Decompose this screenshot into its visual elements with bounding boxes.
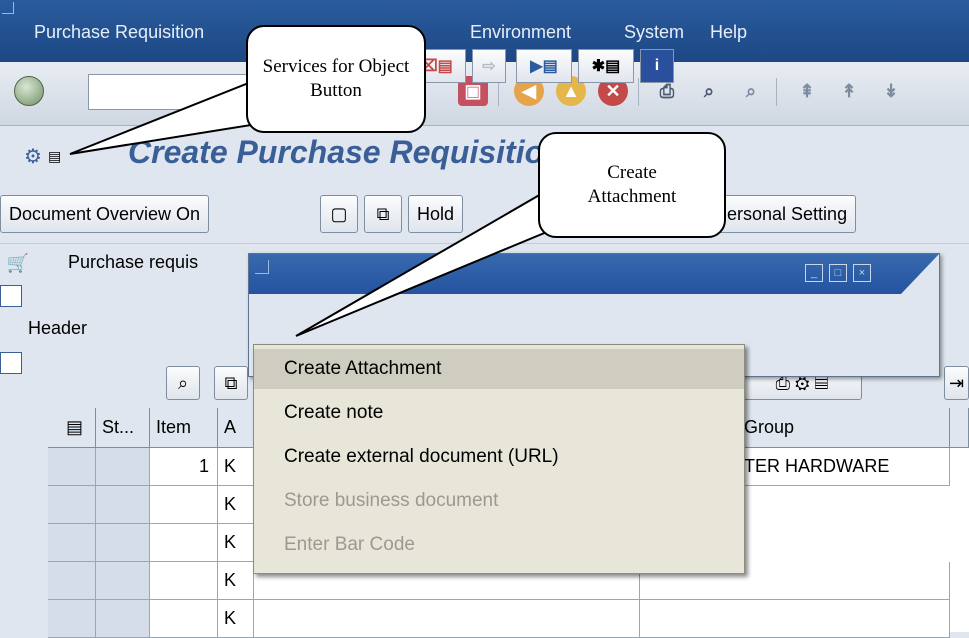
export-button[interactable]: ⇥ — [944, 366, 969, 400]
menu-purchase-requisition[interactable]: Purchase Requisition — [34, 22, 204, 43]
table-cell — [96, 562, 150, 600]
menu-item-enter-bar-code: Enter Bar Code — [284, 534, 415, 555]
menu-help[interactable]: Help — [710, 22, 747, 43]
asterisk-icon: ✱▤ — [591, 58, 621, 75]
details-button[interactable]: ⌕ — [166, 366, 200, 400]
table-cell-a[interactable]: K — [218, 524, 254, 562]
first-page-icon[interactable]: ⇞ — [792, 76, 822, 106]
relationships-button[interactable]: ⇨ — [472, 49, 506, 83]
table-cell — [96, 486, 150, 524]
table-cell-item[interactable] — [150, 524, 218, 562]
item-overview-expand-icon[interactable] — [0, 352, 22, 374]
my-objects-button[interactable]: ✱▤ — [578, 49, 634, 83]
row-selector[interactable] — [48, 448, 96, 486]
other-document-button[interactable]: ⧉ — [364, 195, 402, 233]
grid-settings-icon: ▤ — [65, 417, 83, 437]
table-cell-a[interactable]: K — [218, 448, 254, 486]
workflow-button[interactable]: ▶▤ — [516, 49, 572, 83]
menu-item-store-business-document: Store business document — [284, 490, 499, 511]
copy-button[interactable]: ⧉ — [214, 366, 248, 400]
page-title: Create Purchase Requisition — [128, 134, 564, 170]
system-menu-icon[interactable] — [2, 2, 14, 14]
table-cell-item[interactable]: 1 — [150, 448, 218, 486]
relationships-icon: ⇨ — [482, 58, 496, 75]
maximize-icon[interactable]: □ — [829, 264, 847, 282]
close-icon[interactable]: × — [853, 264, 871, 282]
header-label: Header — [28, 318, 88, 338]
callout-services-for-object: Services for Object Button — [246, 25, 426, 133]
table-cell-item[interactable] — [150, 562, 218, 600]
services-for-object-button[interactable]: ⚙ ▤ — [18, 138, 98, 174]
ok-icon[interactable] — [14, 76, 44, 106]
table-cell-a[interactable]: K — [218, 600, 254, 638]
table-cell-a[interactable]: K — [218, 562, 254, 600]
row-selector[interactable] — [48, 524, 96, 562]
table-cell[interactable] — [640, 600, 950, 638]
grid-header-status[interactable]: St... — [96, 408, 150, 448]
table-cell-a[interactable]: K — [218, 486, 254, 524]
row-selector[interactable] — [48, 562, 96, 600]
purchase-requisition-label: Purchase requis — [68, 252, 199, 272]
popup-system-icon[interactable] — [255, 260, 269, 274]
minimize-icon[interactable]: _ — [805, 264, 823, 282]
create-dropdown-menu: Create Attachment Create note Create ext… — [253, 344, 745, 574]
toolbar-separator — [638, 78, 639, 106]
menu-item-create-note[interactable]: Create note — [254, 393, 744, 433]
services-object-icon: ⚙ — [24, 145, 42, 168]
copy-icon: ⧉ — [376, 203, 390, 224]
find-icon[interactable]: ⌕ — [694, 76, 724, 106]
find-next-icon[interactable]: ⌕ — [736, 76, 766, 106]
prev-page-icon[interactable]: ↟ — [834, 76, 864, 106]
help-button[interactable]: i — [640, 49, 674, 83]
workflow-icon: ▶▤ — [530, 58, 558, 75]
table-cell[interactable] — [254, 600, 640, 638]
select-all-header[interactable]: ▤ — [48, 408, 96, 448]
callout-create-attachment: Create Attachment — [538, 132, 726, 238]
header-expand-icon[interactable] — [0, 285, 22, 307]
table-cell — [96, 600, 150, 638]
table-cell — [96, 448, 150, 486]
toolbar-separator — [776, 78, 777, 106]
grid-header-next — [950, 408, 969, 448]
new-document-icon: ▢ — [330, 203, 348, 224]
magnifier-icon: ⌕ — [177, 372, 189, 393]
table-cell — [96, 524, 150, 562]
grid-header-a[interactable]: A — [218, 408, 254, 448]
menu-item-create-external-document[interactable]: Create external document (URL) — [254, 437, 744, 477]
copy-rows-icon: ⧉ — [224, 372, 238, 393]
hold-button[interactable]: Hold — [408, 195, 464, 233]
new-document-button[interactable]: ▢ — [320, 195, 358, 233]
dropdown-indicator-icon: ▤ — [47, 147, 62, 164]
menu-item-create-attachment[interactable]: Create Attachment — [254, 349, 744, 389]
grid-header-item[interactable]: Item — [150, 408, 218, 448]
menu-environment[interactable]: Environment — [470, 22, 571, 43]
document-overview-button[interactable]: Document Overview On — [0, 195, 210, 233]
row-selector[interactable] — [48, 600, 96, 638]
table-cell-item[interactable] — [150, 600, 218, 638]
menu-system[interactable]: System — [624, 22, 684, 43]
command-field[interactable] — [88, 74, 248, 110]
row-selector[interactable] — [48, 486, 96, 524]
next-page-icon[interactable]: ↡ — [876, 76, 906, 106]
cart-icon[interactable]: 🛒 — [0, 248, 36, 278]
info-icon: i — [654, 57, 660, 74]
export-icon: ⇥ — [948, 372, 965, 393]
popup-title-bar: _ □ × — [249, 254, 939, 294]
table-cell-item[interactable] — [150, 486, 218, 524]
